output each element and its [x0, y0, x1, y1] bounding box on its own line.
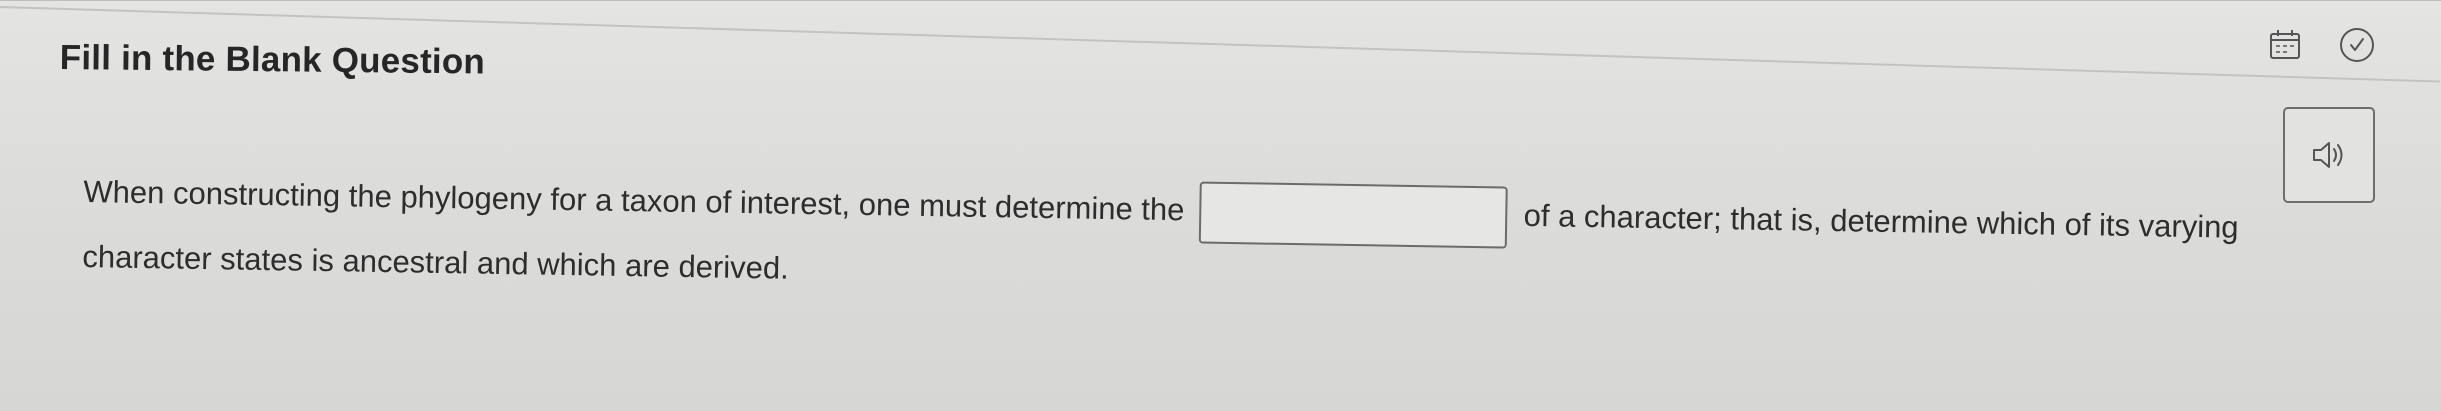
top-divider	[0, 0, 2441, 1]
question-body: When constructing the phylogeny for a ta…	[82, 160, 2344, 326]
question-text-before: When constructing the phylogeny for a ta…	[83, 173, 1185, 228]
calendar-button[interactable]	[2262, 22, 2308, 68]
speaker-icon	[2313, 142, 2343, 168]
calendar-icon	[2270, 30, 2300, 59]
check-button[interactable]	[2334, 22, 2380, 68]
read-aloud-button[interactable]	[2283, 107, 2375, 203]
page-title: Fill in the Blank Question	[59, 38, 486, 82]
header-toolbar	[2262, 22, 2380, 68]
answer-blank-input[interactable]	[1198, 181, 1508, 249]
check-circle-icon	[2340, 28, 2374, 62]
